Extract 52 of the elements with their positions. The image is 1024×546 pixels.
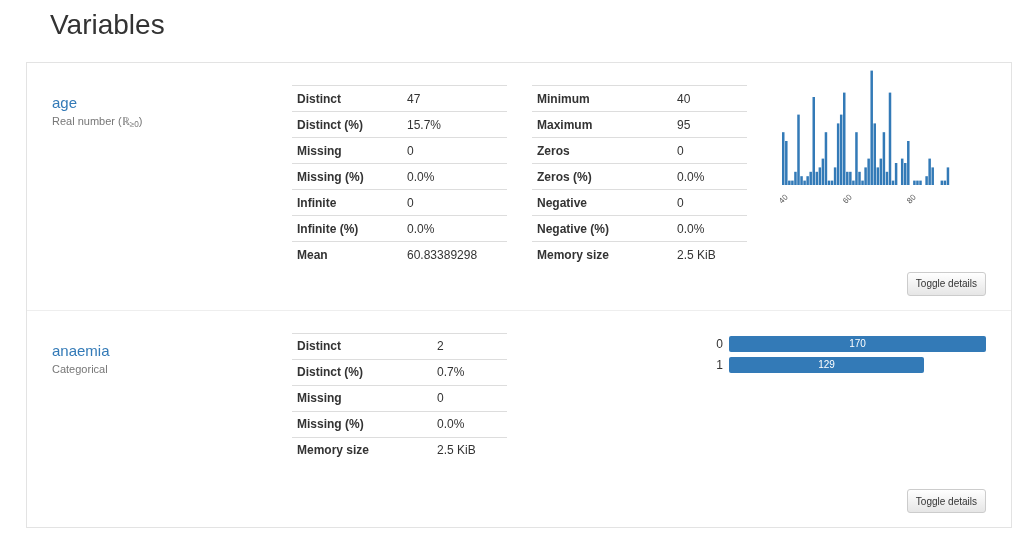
stat-label: Infinite (%) xyxy=(292,215,402,242)
stat-label: Missing (%) xyxy=(292,411,432,437)
stat-label: Distinct (%) xyxy=(292,111,402,138)
stat-label: Negative xyxy=(532,189,672,216)
category-label: 0 xyxy=(715,335,723,353)
stat-value: 0 xyxy=(402,189,507,216)
stat-label: Zeros xyxy=(532,137,672,164)
stat-value: 0 xyxy=(402,137,507,164)
stat-label: Infinite xyxy=(292,189,402,216)
variable-name-link[interactable]: age xyxy=(52,93,292,113)
stat-value: 15.7% xyxy=(402,111,507,138)
axis-tick-label: 40 xyxy=(777,192,790,206)
stat-value: 60.83389298 xyxy=(402,241,507,268)
stat-label: Negative (%) xyxy=(532,215,672,242)
stat-value: 0.0% xyxy=(672,215,747,242)
stat-label: Missing xyxy=(292,137,402,164)
axis-tick-label: 60 xyxy=(841,192,854,206)
stat-value: 0 xyxy=(672,189,747,216)
stat-value: 47 xyxy=(402,85,507,112)
variable-type: Categorical xyxy=(52,361,109,377)
stat-label: Distinct xyxy=(292,85,402,112)
stat-label: Minimum xyxy=(532,85,672,112)
stat-value: 0.0% xyxy=(402,163,507,190)
stat-value: 2.5 KiB xyxy=(432,437,507,463)
page-title: Variables xyxy=(49,8,166,42)
axis-tick-label: 80 xyxy=(905,192,918,206)
stat-value: 0.0% xyxy=(432,411,507,437)
stat-value: 2 xyxy=(432,333,507,359)
toggle-details-button[interactable]: Toggle details xyxy=(906,489,986,513)
stat-label: Mean xyxy=(292,241,402,268)
toggle-details-button[interactable]: Toggle details xyxy=(906,271,986,296)
stat-label: Missing (%) xyxy=(292,163,402,190)
stat-label: Memory size xyxy=(292,437,432,463)
stat-value: 0.7% xyxy=(432,359,507,385)
stat-value: 0 xyxy=(432,385,507,411)
stat-value: 2.5 KiB xyxy=(672,241,747,268)
stat-label: Missing xyxy=(292,385,432,411)
stat-value: 40 xyxy=(672,85,747,112)
variable-name-link[interactable]: anaemia xyxy=(52,340,292,361)
category-bar: 129 xyxy=(729,356,925,373)
stat-value: 95 xyxy=(672,111,747,138)
stat-value: 0.0% xyxy=(402,215,507,242)
stat-value: 0 xyxy=(672,137,747,164)
variable-type: Real number (ℝ$_{≥0}$) xyxy=(52,114,144,130)
stat-label: Memory size xyxy=(532,241,672,268)
category-bar: 170 xyxy=(729,335,986,352)
stat-label: Maximum xyxy=(532,111,672,138)
category-label: 1 xyxy=(715,356,723,374)
stat-label: Distinct xyxy=(292,333,432,359)
stat-label: Distinct (%) xyxy=(292,359,432,385)
stat-label: Zeros (%) xyxy=(532,163,672,190)
stat-value: 0.0% xyxy=(672,163,747,190)
